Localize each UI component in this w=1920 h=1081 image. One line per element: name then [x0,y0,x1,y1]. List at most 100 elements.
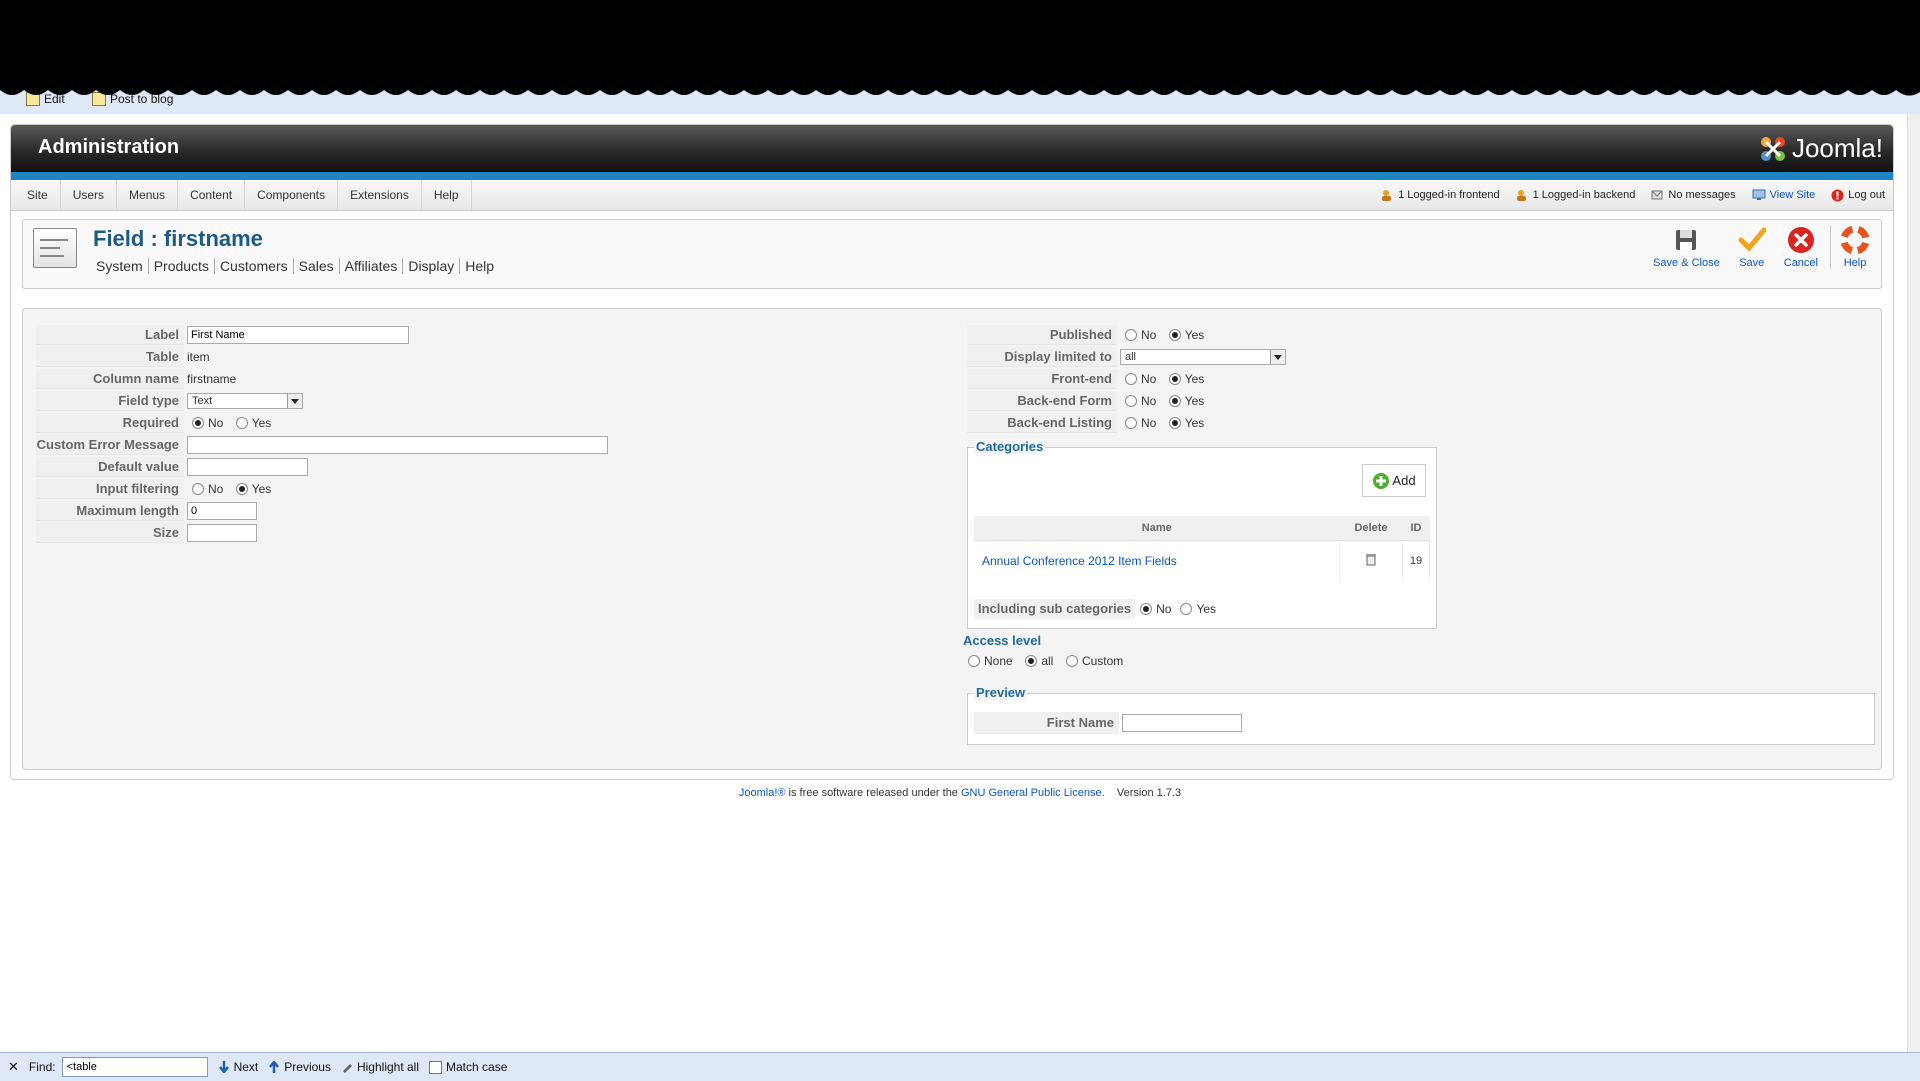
published-key: Published [967,325,1117,345]
backend-form-no-radio[interactable] [1125,395,1137,408]
submenu-system[interactable]: System [91,258,149,274]
frontend-no-radio[interactable] [1125,373,1137,386]
status-messages[interactable]: No messages [1651,189,1736,201]
joomla-logo-icon [1760,136,1785,161]
find-input[interactable] [61,1057,208,1077]
menu-components[interactable]: Components [245,180,339,210]
row-error-message: Custom Error Message [36,435,608,455]
menu-extensions[interactable]: Extensions [338,180,422,210]
joomla-logo: Joomla! [1758,133,1883,164]
required-yes-radio[interactable] [235,417,248,430]
access-none-radio[interactable] [968,654,980,667]
admin-title: Administration [38,136,180,158]
find-previous-button[interactable]: Previous [268,1060,331,1074]
trash-icon[interactable] [1366,553,1376,566]
frontend-yes-radio[interactable] [1168,373,1181,386]
submenu-help[interactable]: Help [460,258,499,274]
published-no-radio[interactable] [1125,329,1137,342]
field-type-select[interactable]: Text [187,393,303,409]
row-backend-form: Back-end Form No Yes [967,391,1286,411]
preview-row: First Name [974,712,1242,734]
checkbox-box [429,1060,443,1074]
highlighter-icon [342,1064,352,1073]
admin-menubar: Site Users Menus Content Components Exte… [11,180,1893,211]
logout-link[interactable]: Log out [1831,189,1885,202]
include-sub-no-radio[interactable] [1140,603,1153,615]
backend-listing-key: Back-end Listing [967,413,1117,433]
include-sub-yes-radio[interactable] [1180,603,1193,615]
filter-no-radio[interactable] [192,483,204,496]
menu-help[interactable]: Help [422,180,472,210]
backend-form-yes-radio[interactable] [1168,395,1181,408]
submenu-sales[interactable]: Sales [294,258,340,274]
page-scrollbar[interactable] [1907,114,1920,1052]
monitor-icon [1752,189,1766,200]
view-site-link[interactable]: View Site [1752,189,1815,201]
page-footer: Joomla!® is free software released under… [738,787,1182,799]
checkmark-icon [1738,227,1766,252]
find-label: Find: [28,1060,56,1074]
include-sub-key: Including sub categories [974,599,1136,619]
label-input[interactable] [187,326,409,344]
backend-listing-no-radio[interactable] [1125,417,1137,430]
submenu-display[interactable]: Display [403,258,461,274]
access-all-radio[interactable] [1025,654,1038,667]
status-bar: 1 Logged-in frontend 1 Logged-in backend… [1381,180,1885,210]
cancel-button[interactable]: Cancel [1778,226,1824,269]
display-limited-key: Display limited to [967,347,1117,367]
error-message-input[interactable] [187,436,608,454]
submenu-products[interactable]: Products [149,258,215,274]
submenu-affiliates[interactable]: Affiliates [340,258,404,274]
save-close-button[interactable]: Save & Close [1647,226,1726,269]
label-key: Label [36,325,184,345]
delete-cell [1339,540,1403,581]
row-display-limited: Display limited to all [967,347,1286,367]
table-row: Annual Conference 2012 Item Fields 19 [974,540,1430,581]
backend-listing-yes-radio[interactable] [1168,417,1181,430]
version-text: Version 1.7.3 [1116,787,1182,799]
menu-menus[interactable]: Menus [117,180,179,210]
arrow-down-icon [218,1061,229,1073]
joomla-link[interactable]: Joomla!® [739,787,786,799]
save-button[interactable]: Save [1732,226,1772,269]
chevron-down-icon [1270,350,1285,364]
default-value-input[interactable] [187,458,308,476]
status-backend: 1 Logged-in backend [1516,189,1635,201]
highlight-all-button[interactable]: Highlight all [341,1060,419,1074]
users-icon [1382,190,1392,201]
access-level: Access level None all Custom [963,633,1127,668]
published-yes-radio[interactable] [1168,329,1181,342]
menu-content[interactable]: Content [178,180,246,210]
display-limited-select[interactable]: all [1120,349,1286,365]
size-input[interactable] [187,524,257,542]
row-published: Published No Yes [967,325,1286,345]
preview-field-input[interactable] [1122,714,1242,732]
match-case-checkbox[interactable]: Match case [429,1060,507,1074]
row-required: Required No Yes [36,413,608,433]
access-custom-radio[interactable] [1065,654,1078,667]
submenu-customers[interactable]: Customers [215,258,294,274]
menu-site[interactable]: Site [15,180,61,210]
joomla-logo-text: Joomla! [1791,133,1883,163]
table-value: item [187,350,210,364]
required-no-radio[interactable] [192,417,204,430]
preview-legend: Preview [974,685,1028,700]
menu-users[interactable]: Users [61,180,118,210]
error-message-key: Custom Error Message [36,435,184,455]
add-category-button[interactable]: Add [1362,464,1426,497]
max-length-key: Maximum length [36,501,184,521]
max-length-input[interactable] [187,502,257,520]
column-key: Column name [36,369,184,389]
field-type-key: Field type [36,391,184,411]
action-toolbar: Save & Close Save Cancel Help [1647,226,1875,269]
gpl-license-link[interactable]: GNU General Public License [961,787,1102,799]
filter-yes-radio[interactable] [235,483,248,496]
col-id: ID [1402,516,1430,541]
category-name-link[interactable]: Annual Conference 2012 Item Fields [974,540,1340,581]
logout-icon [1831,189,1844,201]
help-button[interactable]: Help [1830,226,1875,269]
categories-table: Name Delete ID Annual Conference 2012 It… [974,516,1430,581]
close-icon[interactable]: ✕ [8,1059,19,1075]
required-key: Required [36,413,184,433]
find-next-button[interactable]: Next [218,1060,258,1074]
